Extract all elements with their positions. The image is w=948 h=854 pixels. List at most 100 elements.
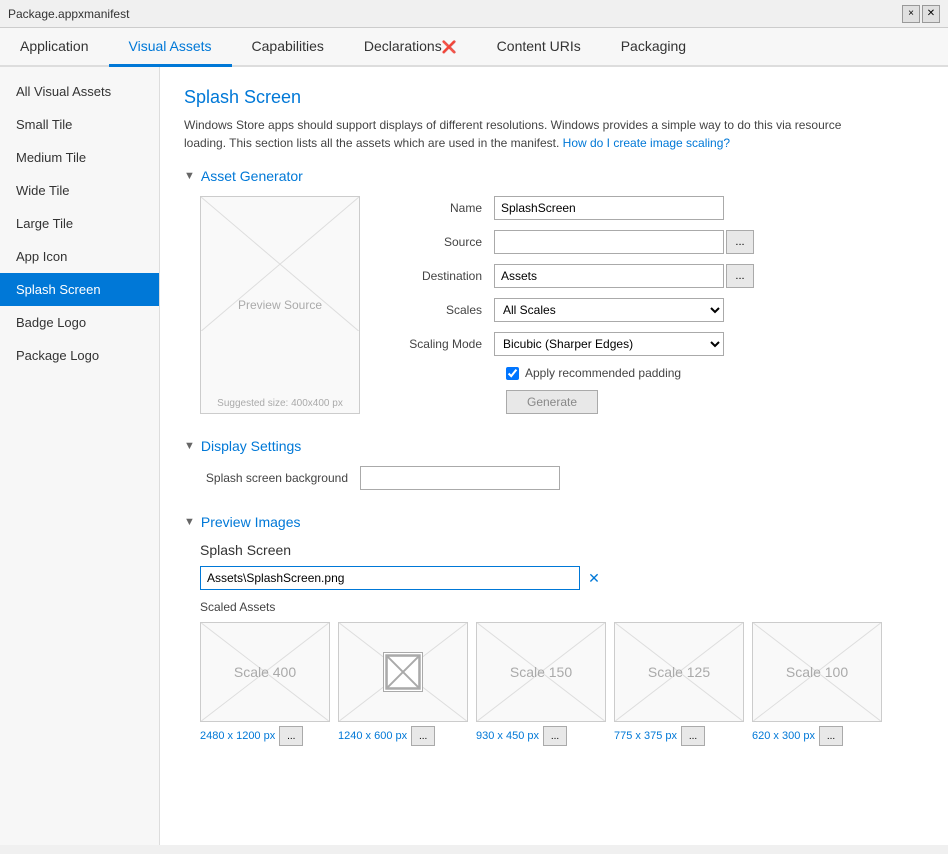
asset-generator-body: Preview Source Suggested size: 400x400 p…	[184, 196, 924, 414]
sidebar-item-badge-logo[interactable]: Badge Logo	[0, 306, 159, 339]
name-row: Name	[384, 196, 924, 220]
display-settings-title: Display Settings	[201, 438, 301, 454]
padding-checkbox[interactable]	[506, 367, 519, 380]
preview-images-title: Preview Images	[201, 514, 301, 530]
content-area: Splash Screen Windows Store apps should …	[160, 67, 948, 845]
thumb-box-scale-150: Scale 150	[476, 622, 606, 722]
thumb-scale-150: Scale 150 930 x 450 px ...	[476, 622, 606, 746]
source-label: Source	[384, 235, 494, 249]
source-browse-button[interactable]: ...	[726, 230, 754, 254]
scaling-mode-select[interactable]: Bicubic (Sharper Edges) Bicubic Fant Nea…	[494, 332, 724, 356]
bg-color-label: Splash screen background	[200, 471, 360, 485]
file-path-row: ✕	[200, 566, 924, 590]
thumb-size-400b: 1240 x 600 px ...	[338, 726, 435, 746]
name-label: Name	[384, 201, 494, 215]
asset-generator-form: Name Source ... Destination ... Scal	[384, 196, 924, 414]
sidebar-item-wide-tile[interactable]: Wide Tile	[0, 174, 159, 207]
main-layout: All Visual Assets Small Tile Medium Tile…	[0, 67, 948, 845]
page-description: Windows Store apps should support displa…	[184, 116, 884, 152]
thumb-size-150: 930 x 450 px ...	[476, 726, 567, 746]
name-input[interactable]	[494, 196, 724, 220]
asset-generator-arrow: ▼	[184, 170, 195, 182]
preview-images-header[interactable]: ▼ Preview Images	[184, 514, 924, 530]
padding-row: Apply recommended padding	[384, 366, 924, 380]
sidebar-item-medium-tile[interactable]: Medium Tile	[0, 141, 159, 174]
scales-row: Scales All Scales Scale 100 Scale 125 Sc…	[384, 298, 924, 322]
thumb-label-150: Scale 150	[510, 664, 572, 680]
title-bar: Package.appxmanifest × ✕	[0, 0, 948, 28]
scaled-assets-label: Scaled Assets	[200, 600, 924, 614]
preview-cross-lines	[201, 197, 359, 331]
thumb-browse-400b[interactable]: ...	[411, 726, 435, 746]
title-bar-buttons: × ✕	[902, 5, 940, 23]
destination-row: Destination ...	[384, 264, 924, 288]
thumb-box-scale-400b	[338, 622, 468, 722]
bg-color-row: Splash screen background	[200, 466, 924, 490]
tab-packaging[interactable]: Packaging	[601, 28, 706, 67]
sidebar: All Visual Assets Small Tile Medium Tile…	[0, 67, 160, 845]
thumb-scale-400: Scale 400 2480 x 1200 px ...	[200, 622, 330, 746]
thumb-browse-150[interactable]: ...	[543, 726, 567, 746]
scales-label: Scales	[384, 303, 494, 317]
preview-size-hint: Suggested size: 400x400 px	[217, 398, 343, 409]
scaling-mode-label: Scaling Mode	[384, 337, 494, 351]
thumb-scale-125: Scale 125 775 x 375 px ...	[614, 622, 744, 746]
padding-label: Apply recommended padding	[525, 366, 681, 380]
thumb-browse-100[interactable]: ...	[819, 726, 843, 746]
close-button[interactable]: ✕	[922, 5, 940, 23]
generate-row: Generate	[384, 390, 924, 414]
title-bar-filename: Package.appxmanifest	[8, 7, 902, 21]
tab-declarations[interactable]: Declarations❌	[344, 28, 477, 67]
thumb-label-100: Scale 100	[786, 664, 848, 680]
generate-button[interactable]: Generate	[506, 390, 598, 414]
tab-bar: Application Visual Assets Capabilities D…	[0, 28, 948, 67]
thumb-box-scale-125: Scale 125	[614, 622, 744, 722]
preview-source-box: Preview Source Suggested size: 400x400 p…	[200, 196, 360, 414]
thumb-size-400: 2480 x 1200 px ...	[200, 726, 303, 746]
display-settings-arrow: ▼	[184, 440, 195, 452]
thumb-label-400: Scale 400	[234, 664, 296, 680]
asset-generator-title: Asset Generator	[201, 168, 303, 184]
thumb-browse-125[interactable]: ...	[681, 726, 705, 746]
asset-generator-header[interactable]: ▼ Asset Generator	[184, 168, 924, 184]
thumb-scale-100: Scale 100 620 x 300 px ...	[752, 622, 882, 746]
source-row: Source ...	[384, 230, 924, 254]
sidebar-item-app-icon[interactable]: App Icon	[0, 240, 159, 273]
sidebar-item-large-tile[interactable]: Large Tile	[0, 207, 159, 240]
thumb-scale-400b: 1240 x 600 px ...	[338, 622, 468, 746]
scales-select[interactable]: All Scales Scale 100 Scale 125 Scale 150…	[494, 298, 724, 322]
preview-images-arrow: ▼	[184, 516, 195, 528]
tab-content-uris[interactable]: Content URIs	[477, 28, 601, 67]
tab-visual-assets[interactable]: Visual Assets	[109, 28, 232, 67]
file-path-clear-button[interactable]: ✕	[584, 568, 604, 588]
bg-color-input[interactable]	[360, 466, 560, 490]
destination-input[interactable]	[494, 264, 724, 288]
image-scaling-link[interactable]: How do I create image scaling?	[563, 136, 730, 150]
display-settings-header[interactable]: ▼ Display Settings	[184, 438, 924, 454]
sidebar-item-small-tile[interactable]: Small Tile	[0, 108, 159, 141]
scaled-thumbnails: Scale 400 2480 x 1200 px ...	[200, 622, 924, 746]
sidebar-item-package-logo[interactable]: Package Logo	[0, 339, 159, 372]
file-path-input[interactable]	[200, 566, 580, 590]
thumb-size-100: 620 x 300 px ...	[752, 726, 843, 746]
thumb-browse-400[interactable]: ...	[279, 726, 303, 746]
pin-button[interactable]: ×	[902, 5, 920, 23]
image-placeholder-icon	[384, 653, 422, 691]
scaling-mode-row: Scaling Mode Bicubic (Sharper Edges) Bic…	[384, 332, 924, 356]
thumb-inner-icon	[383, 652, 423, 692]
thumb-size-125: 775 x 375 px ...	[614, 726, 705, 746]
sidebar-item-splash-screen[interactable]: Splash Screen	[0, 273, 159, 306]
destination-browse-button[interactable]: ...	[726, 264, 754, 288]
destination-label: Destination	[384, 269, 494, 283]
preview-images-body: Splash Screen ✕ Scaled Assets Scale 400	[184, 542, 924, 746]
sidebar-item-all-visual-assets[interactable]: All Visual Assets	[0, 75, 159, 108]
tab-application[interactable]: Application	[0, 28, 109, 67]
thumb-box-scale-100: Scale 100	[752, 622, 882, 722]
preview-images-subsection: Splash Screen	[200, 542, 924, 558]
display-settings-body: Splash screen background	[184, 466, 924, 490]
source-input[interactable]	[494, 230, 724, 254]
thumb-box-scale-400: Scale 400	[200, 622, 330, 722]
declarations-error-icon: ❌	[442, 40, 457, 54]
tab-capabilities[interactable]: Capabilities	[232, 28, 344, 67]
page-title: Splash Screen	[184, 87, 924, 108]
